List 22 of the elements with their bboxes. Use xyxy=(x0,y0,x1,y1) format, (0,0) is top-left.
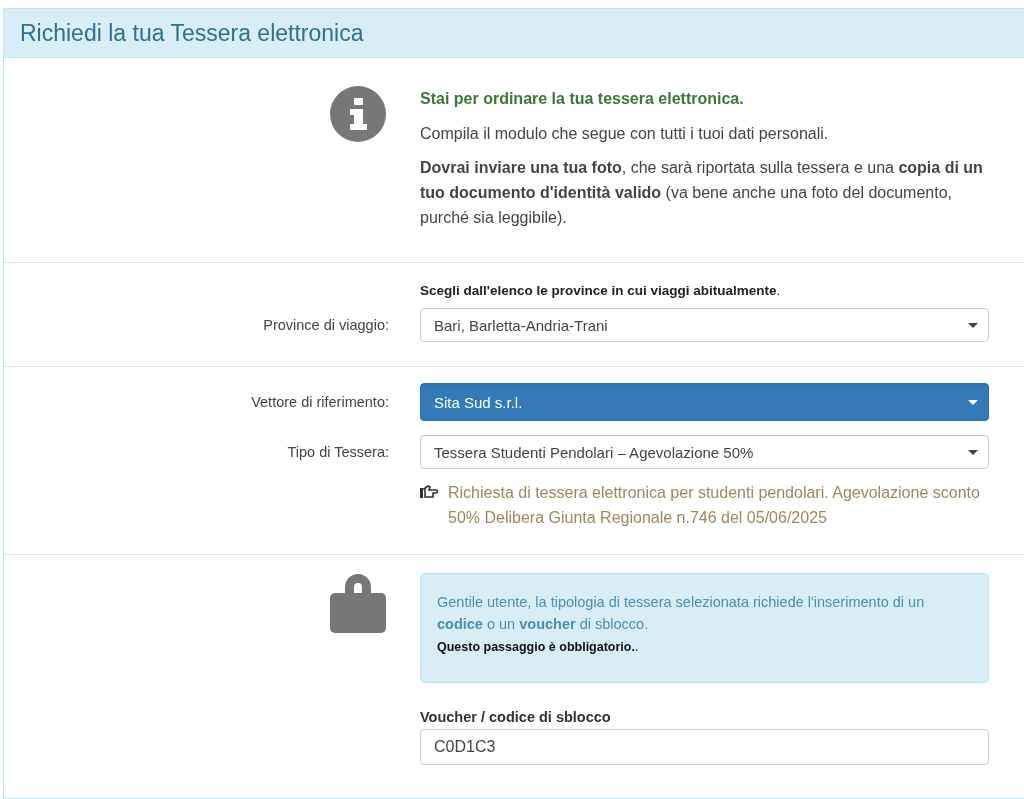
pointing-hand-icon xyxy=(420,485,438,499)
field-label: Tipo di Tessera: xyxy=(287,444,389,460)
dropdown-select[interactable]: Sita Sud s.r.l. xyxy=(420,383,989,421)
voucher-input[interactable]: C0D1C3 xyxy=(420,729,989,765)
field-label: Voucher / codice di sblocco xyxy=(420,709,612,725)
intro-detail: Dovrai inviare una tua foto, che sarà riportata sulla tessera e una copia di un tuo documento d'identità valido (va bene anche una foto del documento, purché sia leggibile). xyxy=(420,158,984,228)
intro-text: Compila il modulo che segue con tutti i tuoi dati personali. xyxy=(420,124,830,144)
field-label: Vettore di riferimento: xyxy=(251,394,389,410)
alert-message: Gentile utente, la tipologia di tessera selezionata richiede l'inserimento di un codice o un voucher di sblocco. xyxy=(437,593,926,634)
field-label: Province di viaggio: xyxy=(263,317,389,333)
intro-heading: Stai per ordinare la tua tessera elettronica. xyxy=(420,90,745,108)
lock-icon xyxy=(330,573,386,635)
info-note: Richiesta di tessera elettronica per studenti pendolari. Agevolazione sconto 50% Delibera Giunta Regionale n.746 del 05/06/2025 xyxy=(448,483,981,528)
alert-warning: Questo passaggio è obbligatorio.. xyxy=(437,640,640,654)
province-select[interactable]: Bari, Barletta-Andria-Trani xyxy=(420,308,989,342)
caret-icon xyxy=(968,399,978,405)
province-hint: Scegli dall'elenco le province in cui viaggi abitualmente. xyxy=(420,283,782,298)
caret-icon xyxy=(968,449,978,455)
info-icon xyxy=(330,86,386,142)
panel-title: Richiedi la tua Tessera elettronica xyxy=(20,19,364,47)
caret-icon xyxy=(968,322,978,328)
dropdown-select[interactable]: Tessera Studenti Pendolari – Agevolazione 50% xyxy=(420,435,989,469)
